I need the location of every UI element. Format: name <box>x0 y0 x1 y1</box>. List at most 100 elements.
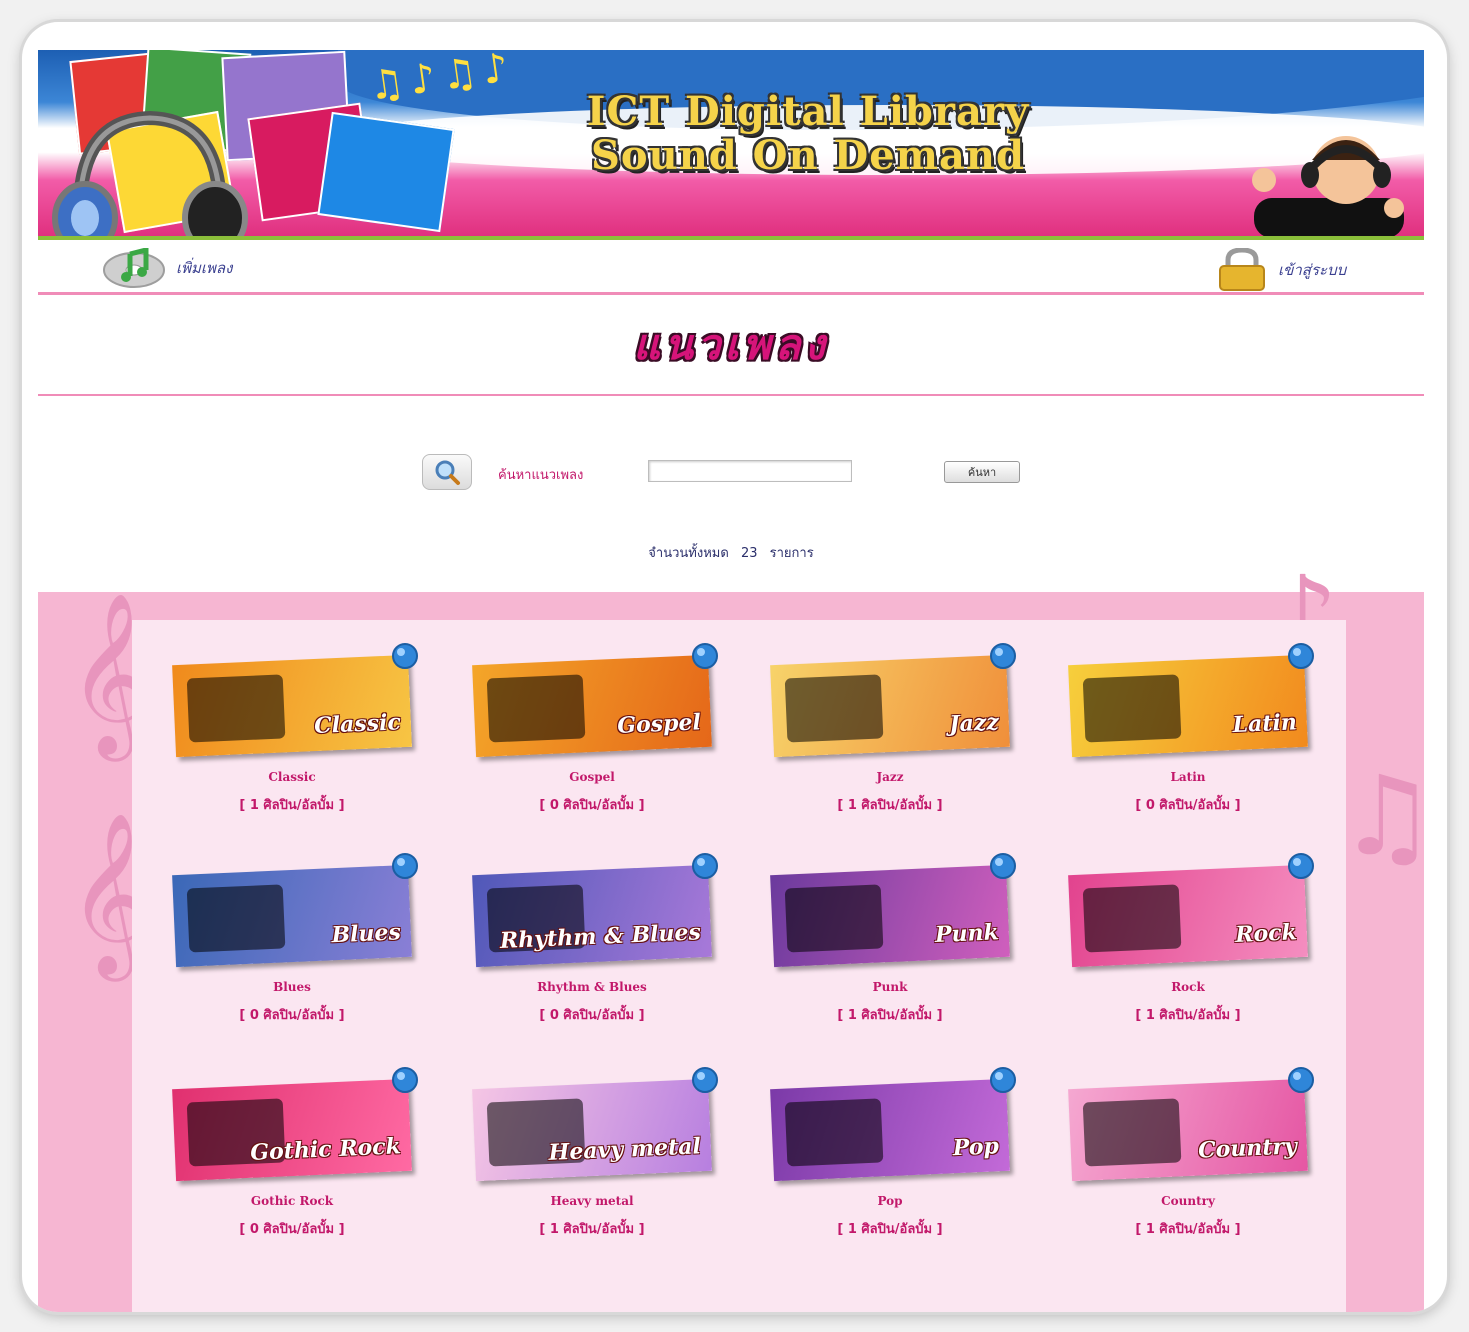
genre-count: [ 0 ศิลปิน/อัลบั้ม ] <box>239 1222 345 1237</box>
genre-name[interactable]: Gothic Rock <box>162 1194 422 1208</box>
genre-image[interactable]: Classic <box>172 654 412 758</box>
genre-name[interactable]: Classic <box>162 770 422 784</box>
pushpin-icon <box>990 1067 1016 1093</box>
genre-image[interactable]: Gospel <box>472 654 712 758</box>
top-nav: เพิ่มเพลง เข้าสู่ระบบ <box>38 240 1424 292</box>
pushpin-icon <box>692 643 718 669</box>
dancer-icon <box>1082 674 1182 743</box>
genre-image-label: Jazz <box>948 709 1000 738</box>
pushpin-icon <box>392 1067 418 1093</box>
genre-image[interactable]: Latin <box>1068 654 1308 758</box>
genre-card[interactable]: Gospel Gospel [ 0 ศิลปิน/อัลบั้ม ] <box>462 642 742 847</box>
music-cd-icon <box>103 248 165 288</box>
genre-name[interactable]: Jazz <box>760 770 1020 784</box>
genre-card[interactable]: Blues Blues [ 0 ศิลปิน/อัลบั้ม ] <box>162 852 442 1057</box>
genre-grid: Classic Classic [ 1 ศิลปิน/อัลบั้ม ] Gospel… <box>132 620 1346 1312</box>
genre-name[interactable]: Rhythm & Blues <box>462 980 722 994</box>
genre-card[interactable]: Latin Latin [ 0 ศิลปิน/อัลบั้ม ] <box>1058 642 1338 847</box>
child-with-headphones-image <box>1252 136 1404 236</box>
pushpin-icon <box>692 853 718 879</box>
genre-image-label: Punk <box>934 919 1000 949</box>
genre-image[interactable]: Gothic Rock <box>172 1078 412 1182</box>
genre-name[interactable]: Country <box>1058 1194 1318 1208</box>
pushpin-icon <box>1288 643 1314 669</box>
pushpin-icon <box>392 643 418 669</box>
genre-image-label: Country <box>1197 1133 1298 1164</box>
lock-icon <box>1219 248 1265 291</box>
skull-icon <box>784 1098 884 1167</box>
genre-card[interactable]: Heavy metal Heavy metal [ 1 ศิลปิน/อัลบั้ม… <box>462 1066 742 1271</box>
genre-card[interactable]: Rock Rock [ 1 ศิลปิน/อัลบั้ม ] <box>1058 852 1338 1057</box>
genre-image-label: Heavy metal <box>548 1133 702 1166</box>
headphones-icon <box>52 110 248 236</box>
add-song-link[interactable]: เพิ่มเพลง <box>102 248 232 288</box>
genre-count: [ 0 ศิลปิน/อัลบั้ม ] <box>539 798 645 813</box>
genre-count: [ 0 ศิลปิน/อัลบั้ม ] <box>239 1008 345 1023</box>
genre-image[interactable]: Pop <box>770 1078 1010 1182</box>
pushpin-icon <box>1288 853 1314 879</box>
header-banner: ♫♪♫♪ ICT Digital Library Sound On Demand <box>38 50 1424 236</box>
genre-card[interactable]: Classic Classic [ 1 ศิลปิน/อัลบั้ม ] <box>162 642 442 847</box>
total-count: จำนวนทั้งหมด 23 รายการ <box>38 542 1424 563</box>
genre-card[interactable]: Rhythm & Blues Rhythm & Blues [ 0 ศิลปิน/อ… <box>462 852 742 1057</box>
genre-image[interactable]: Blues <box>172 864 412 968</box>
genre-name[interactable]: Latin <box>1058 770 1318 784</box>
pushpin-icon <box>1288 1067 1314 1093</box>
pushpin-icon <box>692 1067 718 1093</box>
genre-image[interactable]: Country <box>1068 1078 1308 1182</box>
genre-image[interactable]: Punk <box>770 864 1010 968</box>
genre-image-label: Pop <box>952 1133 1000 1162</box>
search-bar: ค้นหาแนวเพลง ค้นหา <box>422 452 1062 492</box>
wings-icon <box>1082 884 1182 953</box>
add-song-label: เพิ่มเพลง <box>176 259 233 277</box>
guitar-icon <box>784 884 884 953</box>
search-button[interactable]: ค้นหา <box>944 461 1020 483</box>
pushpin-icon <box>392 853 418 879</box>
genre-card[interactable]: Pop Pop [ 1 ศิลปิน/อัลบั้ม ] <box>760 1066 1040 1271</box>
genre-count: [ 0 ศิลปิน/อัลบั้ม ] <box>1135 798 1241 813</box>
page-frame: ♫♪♫♪ ICT Digital Library Sound On Demand <box>22 22 1447 1312</box>
genre-count: [ 1 ศิลปิน/อัลบั้ม ] <box>837 1222 943 1237</box>
genre-card[interactable]: Jazz Jazz [ 1 ศิลปิน/อัลบั้ม ] <box>760 642 1040 847</box>
search-icon[interactable] <box>422 454 472 490</box>
genre-image[interactable]: Rhythm & Blues <box>472 864 712 968</box>
search-input[interactable] <box>648 460 852 482</box>
genre-image[interactable]: Heavy metal <box>472 1078 712 1182</box>
genre-image[interactable]: Jazz <box>770 654 1010 758</box>
login-link[interactable]: เข้าสู่ระบบ <box>1216 248 1346 292</box>
cd-icon <box>486 674 586 743</box>
genre-image-label: Blues <box>330 919 402 949</box>
search-label: ค้นหาแนวเพลง <box>498 468 584 483</box>
genre-name[interactable]: Rock <box>1058 980 1318 994</box>
genre-name[interactable]: Gospel <box>462 770 722 784</box>
genre-count: [ 1 ศิลปิน/อัลบั้ม ] <box>1135 1008 1241 1023</box>
genre-count: [ 1 ศิลปิน/อัลบั้ม ] <box>1135 1222 1241 1237</box>
acoustic-guitar-icon <box>1082 1098 1182 1167</box>
note-decoration: ♫ <box>1338 752 1437 880</box>
genre-card[interactable]: Country Country [ 1 ศิลปิน/อัลบั้ม ] <box>1058 1066 1338 1271</box>
count-value: 23 <box>740 546 758 561</box>
genre-card[interactable]: Gothic Rock Gothic Rock [ 0 ศิลปิน/อัลบั้ม… <box>162 1066 442 1271</box>
banner-title: ICT Digital Library Sound On Demand <box>586 88 1030 179</box>
genre-image-label: Gothic Rock <box>249 1133 402 1166</box>
genre-name[interactable]: Punk <box>760 980 1020 994</box>
pushpin-icon <box>990 643 1016 669</box>
saxophone-icon <box>784 674 884 743</box>
genre-count: [ 1 ศิลปิน/อัลบั้ม ] <box>239 798 345 813</box>
page-title: แนวเพลง <box>633 320 829 369</box>
genre-image-label: Classic <box>313 709 402 740</box>
genre-image[interactable]: Rock <box>1068 864 1308 968</box>
genre-count: [ 0 ศิลปิน/อัลบั้ม ] <box>539 1008 645 1023</box>
genre-name[interactable]: Pop <box>760 1194 1020 1208</box>
count-suffix: รายการ <box>769 546 814 561</box>
note-icon <box>186 884 286 953</box>
violin-icon <box>186 674 286 743</box>
title-divider <box>38 394 1424 396</box>
genre-count: [ 1 ศิลปิน/อัลบั้ม ] <box>837 798 943 813</box>
genre-image-label: Rock <box>1234 919 1298 948</box>
genre-image-label: Gospel <box>616 709 702 739</box>
pushpin-icon <box>990 853 1016 879</box>
genre-card[interactable]: Punk Punk [ 1 ศิลปิน/อัลบั้ม ] <box>760 852 1040 1057</box>
genre-name[interactable]: Blues <box>162 980 422 994</box>
genre-name[interactable]: Heavy metal <box>462 1194 722 1208</box>
